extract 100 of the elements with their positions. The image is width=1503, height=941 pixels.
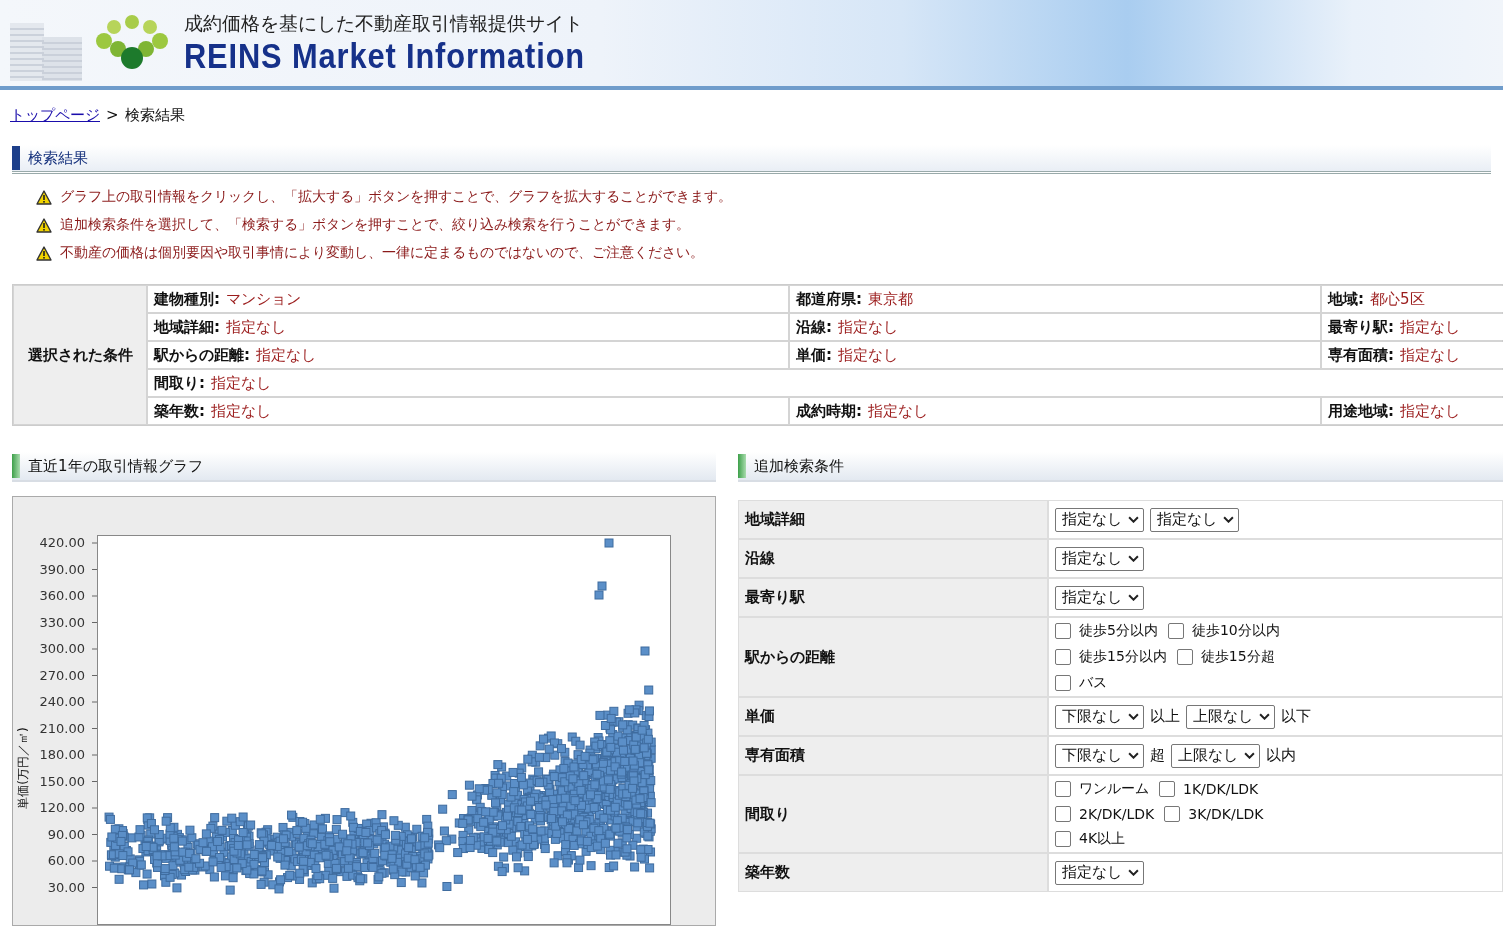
unit-text: 以下 [1281, 707, 1311, 726]
checkbox-label[interactable]: 3K/DK/LDK [1188, 806, 1264, 822]
checkbox-label[interactable]: 徒歩15分以内 [1079, 648, 1167, 666]
checkbox[interactable] [1055, 623, 1071, 639]
condition-value: 指定なし [838, 345, 898, 365]
checkbox[interactable] [1055, 675, 1071, 691]
condition-value: 指定なし [1400, 401, 1460, 421]
checkbox-label[interactable]: 1K/DK/LDK [1183, 781, 1259, 797]
checkbox[interactable] [1055, 831, 1071, 847]
y-tick-label: 30.00 [47, 879, 85, 896]
dropdown[interactable]: 指定なし [1055, 585, 1144, 610]
condition-label: 最寄り駅: [1328, 317, 1394, 337]
form-label: 築年数 [739, 854, 1047, 891]
chevron-icon [1128, 516, 1139, 523]
chevron-icon [1259, 713, 1270, 720]
checkbox-label[interactable]: 徒歩5分以内 [1079, 622, 1158, 640]
form-label: 専有面積 [739, 737, 1047, 774]
checkbox-label[interactable]: 4K以上 [1079, 830, 1126, 848]
condition-label: 単価: [796, 345, 832, 365]
warning-icon [36, 217, 52, 233]
site-title: REINS Market Information [184, 37, 586, 75]
checkbox[interactable] [1167, 623, 1184, 639]
y-tick-label: 390.00 [39, 561, 85, 578]
checkbox[interactable] [1055, 806, 1071, 822]
y-tick-label: 120.00 [39, 800, 85, 816]
warning-icon [36, 245, 52, 261]
checkbox-label[interactable]: 徒歩15分超 [1200, 648, 1275, 666]
logo-icon [94, 15, 170, 71]
y-axis-label: 単価(万円／㎡) [15, 726, 31, 811]
y-tick-label: 360.00 [39, 588, 85, 604]
y-tick-label: 330.00 [39, 614, 85, 631]
dropdown[interactable]: 下限なし [1055, 704, 1144, 729]
form-label: 間取り [739, 776, 1047, 852]
dropdown[interactable]: 上限なし [1171, 743, 1260, 768]
checkbox-label[interactable]: 徒歩10分以内 [1191, 622, 1280, 640]
condition-value: マンション [226, 289, 301, 309]
form-label: 最寄り駅 [739, 579, 1047, 616]
checkbox-label[interactable]: ワンルーム [1079, 780, 1149, 798]
dropdown[interactable]: 指定なし [1055, 507, 1144, 532]
dropdown[interactable]: 指定なし [1055, 860, 1144, 885]
form-label: 沿線 [739, 540, 1047, 577]
chevron-icon [1128, 555, 1139, 562]
condition-label: 成約時期: [796, 401, 862, 421]
chevron-icon [1244, 752, 1255, 759]
note-text: グラフ上の取引情報をクリックし、「拡大する」ボタンを押すことで、グラフを拡大することができます。 [60, 188, 732, 206]
form-label: 地域詳細 [739, 501, 1047, 538]
chevron-icon [1128, 869, 1139, 876]
condition-label: 築年数: [154, 401, 205, 421]
checkbox[interactable] [1159, 781, 1175, 797]
condition-label: 地域詳細: [154, 317, 220, 337]
condition-value: 指定なし [211, 373, 271, 393]
form-label: 単価 [739, 698, 1047, 735]
section-heading: 直近1年の取引情報グラフ [12, 452, 716, 482]
y-tick-label: 270.00 [39, 667, 85, 684]
y-tick-label: 300.00 [39, 641, 85, 657]
site-tagline: 成約価格を基にした不動産取引情報提供サイト [184, 11, 584, 36]
chevron-icon [1223, 516, 1234, 523]
condition-value: 指定なし [838, 317, 898, 337]
condition-label: 駅からの距離: [154, 345, 250, 365]
section-heading: 検索結果 [12, 145, 1491, 174]
condition-label: 専有面積: [1328, 345, 1394, 365]
dropdown[interactable]: 下限なし [1055, 743, 1144, 768]
condition-label: 間取り: [154, 373, 205, 393]
y-tick-label: 150.00 [39, 773, 85, 790]
conditions-header: 選択された条件 [14, 286, 146, 424]
condition-value: 指定なし [226, 317, 286, 337]
condition-label: 建物種別: [154, 289, 220, 309]
checkbox-label[interactable]: バス [1079, 674, 1107, 692]
form-label: 駅からの距離 [739, 618, 1047, 696]
y-tick-label: 210.00 [39, 720, 85, 737]
checkbox[interactable] [1176, 649, 1193, 665]
condition-value: 指定なし [1400, 317, 1460, 337]
y-tick-label: 180.00 [39, 747, 85, 763]
section-heading: 追加検索条件 [738, 452, 1503, 482]
checkbox[interactable] [1055, 781, 1071, 797]
chevron-icon [1128, 713, 1139, 720]
dropdown[interactable]: 指定なし [1150, 507, 1239, 532]
checkbox[interactable] [1164, 806, 1181, 822]
warning-icon [36, 189, 52, 205]
dropdown[interactable]: 上限なし [1186, 704, 1275, 729]
unit-text: 超 [1150, 746, 1165, 765]
breadcrumb-link[interactable]: トップページ [10, 106, 100, 125]
note-text: 不動産の価格は個別要因や取引事情により変動し、一律に定まるものではないので、ご注意ください。 [60, 244, 704, 262]
condition-value: 指定なし [256, 345, 316, 365]
unit-text: 以内 [1266, 746, 1296, 765]
condition-value: 指定なし [211, 401, 271, 421]
condition-label: 地域: [1328, 289, 1364, 309]
condition-label: 沿線: [796, 317, 832, 337]
note-text: 追加検索条件を選択して、「検索する」ボタンを押すことで、絞り込み検索を行うことができます。 [60, 216, 690, 234]
breadcrumb-current: 検索結果 [124, 106, 185, 125]
chevron-icon [1128, 752, 1139, 759]
condition-value: 都心5区 [1370, 289, 1425, 309]
checkbox[interactable] [1055, 649, 1071, 665]
condition-value: 指定なし [1400, 345, 1460, 365]
condition-label: 都道府県: [796, 289, 862, 309]
chevron-icon [1128, 594, 1139, 601]
y-tick-label: 240.00 [39, 694, 85, 710]
y-tick-label: 90.00 [47, 826, 85, 843]
dropdown[interactable]: 指定なし [1055, 546, 1144, 571]
checkbox-label[interactable]: 2K/DK/LDK [1079, 806, 1155, 822]
